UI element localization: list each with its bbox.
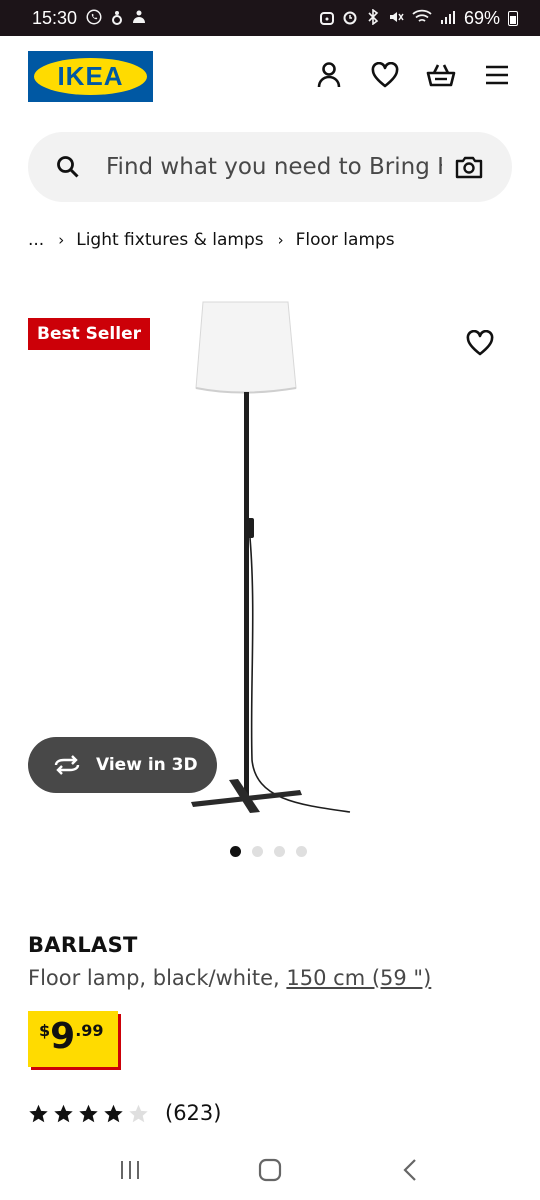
star-filled-icon bbox=[104, 1104, 123, 1122]
camera-search-icon[interactable] bbox=[454, 153, 484, 181]
cart-icon[interactable] bbox=[426, 60, 456, 90]
price-currency: $ bbox=[39, 1021, 51, 1040]
favorites-icon[interactable] bbox=[370, 60, 400, 90]
breadcrumb-item-light-fixtures[interactable]: Light fixtures & lamps bbox=[76, 230, 263, 250]
mute-icon bbox=[388, 9, 404, 28]
battery-percent: 69% bbox=[463, 7, 500, 28]
breadcrumb-ellipsis[interactable]: ... bbox=[28, 230, 44, 250]
rating-count: (623) bbox=[165, 1101, 222, 1125]
view-in-3d-label: View in 3D bbox=[96, 755, 198, 775]
price-integer: 9 bbox=[50, 1016, 76, 1057]
rotate-3d-icon bbox=[54, 755, 80, 775]
signal-icon bbox=[440, 9, 456, 28]
battery-icon bbox=[508, 10, 518, 26]
image-pagination bbox=[230, 846, 307, 857]
logo-text: IKEA bbox=[57, 61, 124, 91]
view-in-3d-button[interactable]: View in 3D bbox=[28, 737, 217, 793]
star-filled-icon bbox=[29, 1104, 48, 1122]
home-icon[interactable] bbox=[254, 1154, 286, 1186]
pagination-dot[interactable] bbox=[296, 846, 307, 857]
search-bar[interactable] bbox=[28, 132, 512, 202]
status-time: 15:30 bbox=[32, 7, 78, 28]
star-empty-icon bbox=[129, 1104, 148, 1122]
product-description-text: Floor lamp, black/white, bbox=[28, 966, 287, 990]
search-input[interactable] bbox=[106, 154, 442, 180]
recent-apps-icon[interactable] bbox=[114, 1154, 146, 1186]
product-description: Floor lamp, black/white, 150 cm (59 ") bbox=[28, 966, 431, 990]
app-notification-icon bbox=[131, 9, 147, 28]
status-bar: 15:30 69% bbox=[0, 0, 540, 36]
wifi-icon bbox=[412, 9, 432, 28]
pagination-dot[interactable] bbox=[274, 846, 285, 857]
breadcrumb-item-floor-lamps[interactable]: Floor lamps bbox=[296, 230, 395, 250]
site-header: IKEA bbox=[0, 36, 540, 116]
back-icon[interactable] bbox=[394, 1154, 426, 1186]
system-nav-bar bbox=[0, 1140, 540, 1200]
status-right: 69% bbox=[319, 7, 518, 29]
alarm-icon bbox=[342, 9, 358, 28]
product-rating[interactable]: (623) bbox=[28, 1101, 221, 1125]
chevron-right-icon: › bbox=[277, 231, 284, 249]
lock-icon bbox=[319, 9, 334, 28]
product-gallery[interactable]: Best Seller View in 3D bbox=[0, 290, 540, 830]
notification-icon bbox=[111, 9, 123, 28]
logo-oval: IKEA bbox=[34, 58, 147, 95]
product-size-link[interactable]: 150 cm (59 ") bbox=[286, 966, 431, 990]
pagination-dot[interactable] bbox=[252, 846, 263, 857]
breadcrumb: ... › Light fixtures & lamps › Floor lam… bbox=[28, 230, 395, 250]
save-favorite-icon[interactable] bbox=[466, 329, 500, 364]
chevron-right-icon: › bbox=[58, 231, 65, 249]
menu-icon[interactable] bbox=[482, 60, 512, 90]
search-icon bbox=[54, 153, 82, 181]
star-filled-icon bbox=[54, 1104, 73, 1122]
price-tag: $ 9 .99 bbox=[28, 1011, 118, 1067]
price-decimal: .99 bbox=[75, 1021, 104, 1040]
star-filled-icon bbox=[79, 1104, 98, 1122]
status-left: 15:30 bbox=[32, 8, 147, 29]
header-icons bbox=[314, 60, 512, 90]
pagination-dot[interactable] bbox=[230, 846, 241, 857]
best-seller-badge: Best Seller bbox=[28, 318, 150, 350]
product-name: BARLAST bbox=[28, 933, 138, 957]
ikea-logo[interactable]: IKEA bbox=[28, 51, 153, 102]
whatsapp-icon bbox=[85, 8, 103, 29]
account-icon[interactable] bbox=[314, 60, 344, 90]
bluetooth-icon bbox=[366, 7, 380, 28]
